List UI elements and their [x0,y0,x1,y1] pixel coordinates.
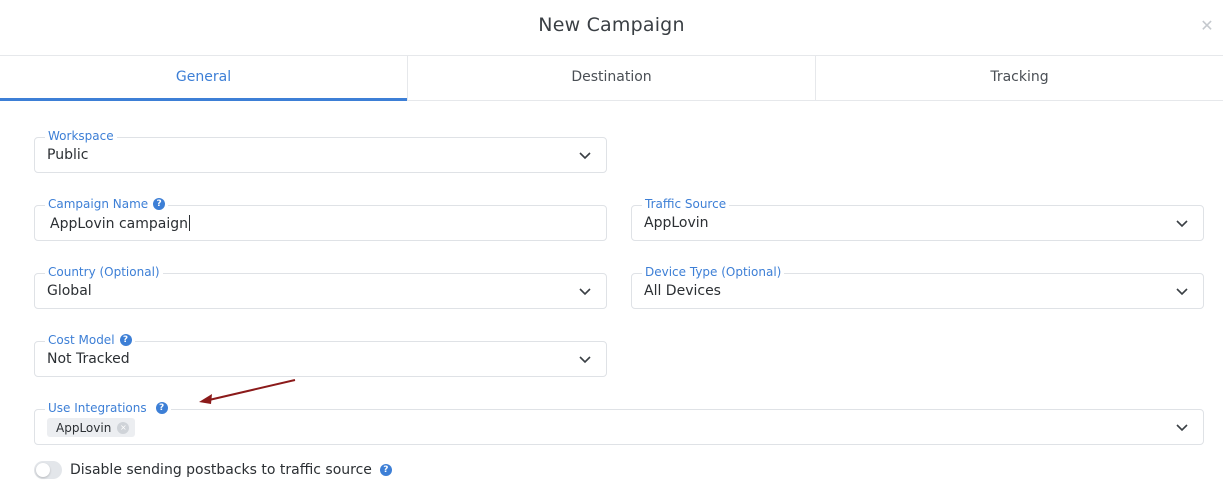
country-select[interactable]: Country (Optional) Global [34,265,607,309]
chevron-down-icon[interactable] [1175,421,1189,433]
campaign-name-label: Campaign Name ? [45,197,169,211]
text-cursor [189,215,190,231]
cost-model-label: Cost Model ? [45,333,135,347]
postbacks-toggle-label: Disable sending postbacks to traffic sou… [70,462,372,478]
chip-remove-icon[interactable]: × [117,421,130,434]
chevron-down-icon[interactable] [1175,217,1189,229]
cost-model-select[interactable]: Cost Model ? Not Tracked [34,333,607,377]
device-type-label: Device Type (Optional) [642,265,785,279]
tab-bar: General Destination Tracking [0,56,1223,101]
traffic-source-value: AppLovin [644,215,709,231]
chevron-down-icon[interactable] [578,285,592,297]
toggle-knob [36,463,50,477]
help-icon[interactable]: ? [119,334,132,346]
tab-destination[interactable]: Destination [408,56,816,100]
country-label: Country (Optional) [45,265,163,279]
campaign-name-field[interactable]: Campaign Name ? AppLovin campaign [34,197,607,241]
device-type-value: All Devices [644,283,721,299]
chevron-down-icon[interactable] [578,149,592,161]
tab-tracking[interactable]: Tracking [816,56,1223,100]
annotation-arrow [199,379,296,404]
help-icon[interactable]: ? [379,464,392,476]
integration-chip: AppLovin × [47,418,136,437]
close-icon[interactable]: ✕ [1197,16,1217,36]
campaign-name-input[interactable]: AppLovin campaign [50,215,190,232]
chevron-down-icon[interactable] [578,353,592,365]
workspace-value: Public [47,147,89,163]
tab-general[interactable]: General [0,56,408,101]
integrations-multiselect[interactable]: Use Integrations ? AppLovin × [34,401,1204,445]
modal-title: New Campaign [538,14,685,36]
country-value: Global [47,283,92,299]
traffic-source-select[interactable]: Traffic Source AppLovin [631,197,1204,241]
postbacks-toggle[interactable] [34,461,62,479]
device-type-select[interactable]: Device Type (Optional) All Devices [631,265,1204,309]
help-icon[interactable]: ? [155,402,168,414]
postbacks-toggle-row: Disable sending postbacks to traffic sou… [34,461,392,479]
help-icon[interactable]: ? [153,198,166,210]
traffic-source-label: Traffic Source [642,197,730,211]
workspace-select[interactable]: Workspace Public [34,129,607,173]
integrations-label: Use Integrations ? [45,401,171,415]
chevron-down-icon[interactable] [1175,285,1189,297]
cost-model-value: Not Tracked [47,351,130,367]
workspace-label: Workspace [45,129,117,143]
modal-header: New Campaign ✕ [0,0,1223,56]
